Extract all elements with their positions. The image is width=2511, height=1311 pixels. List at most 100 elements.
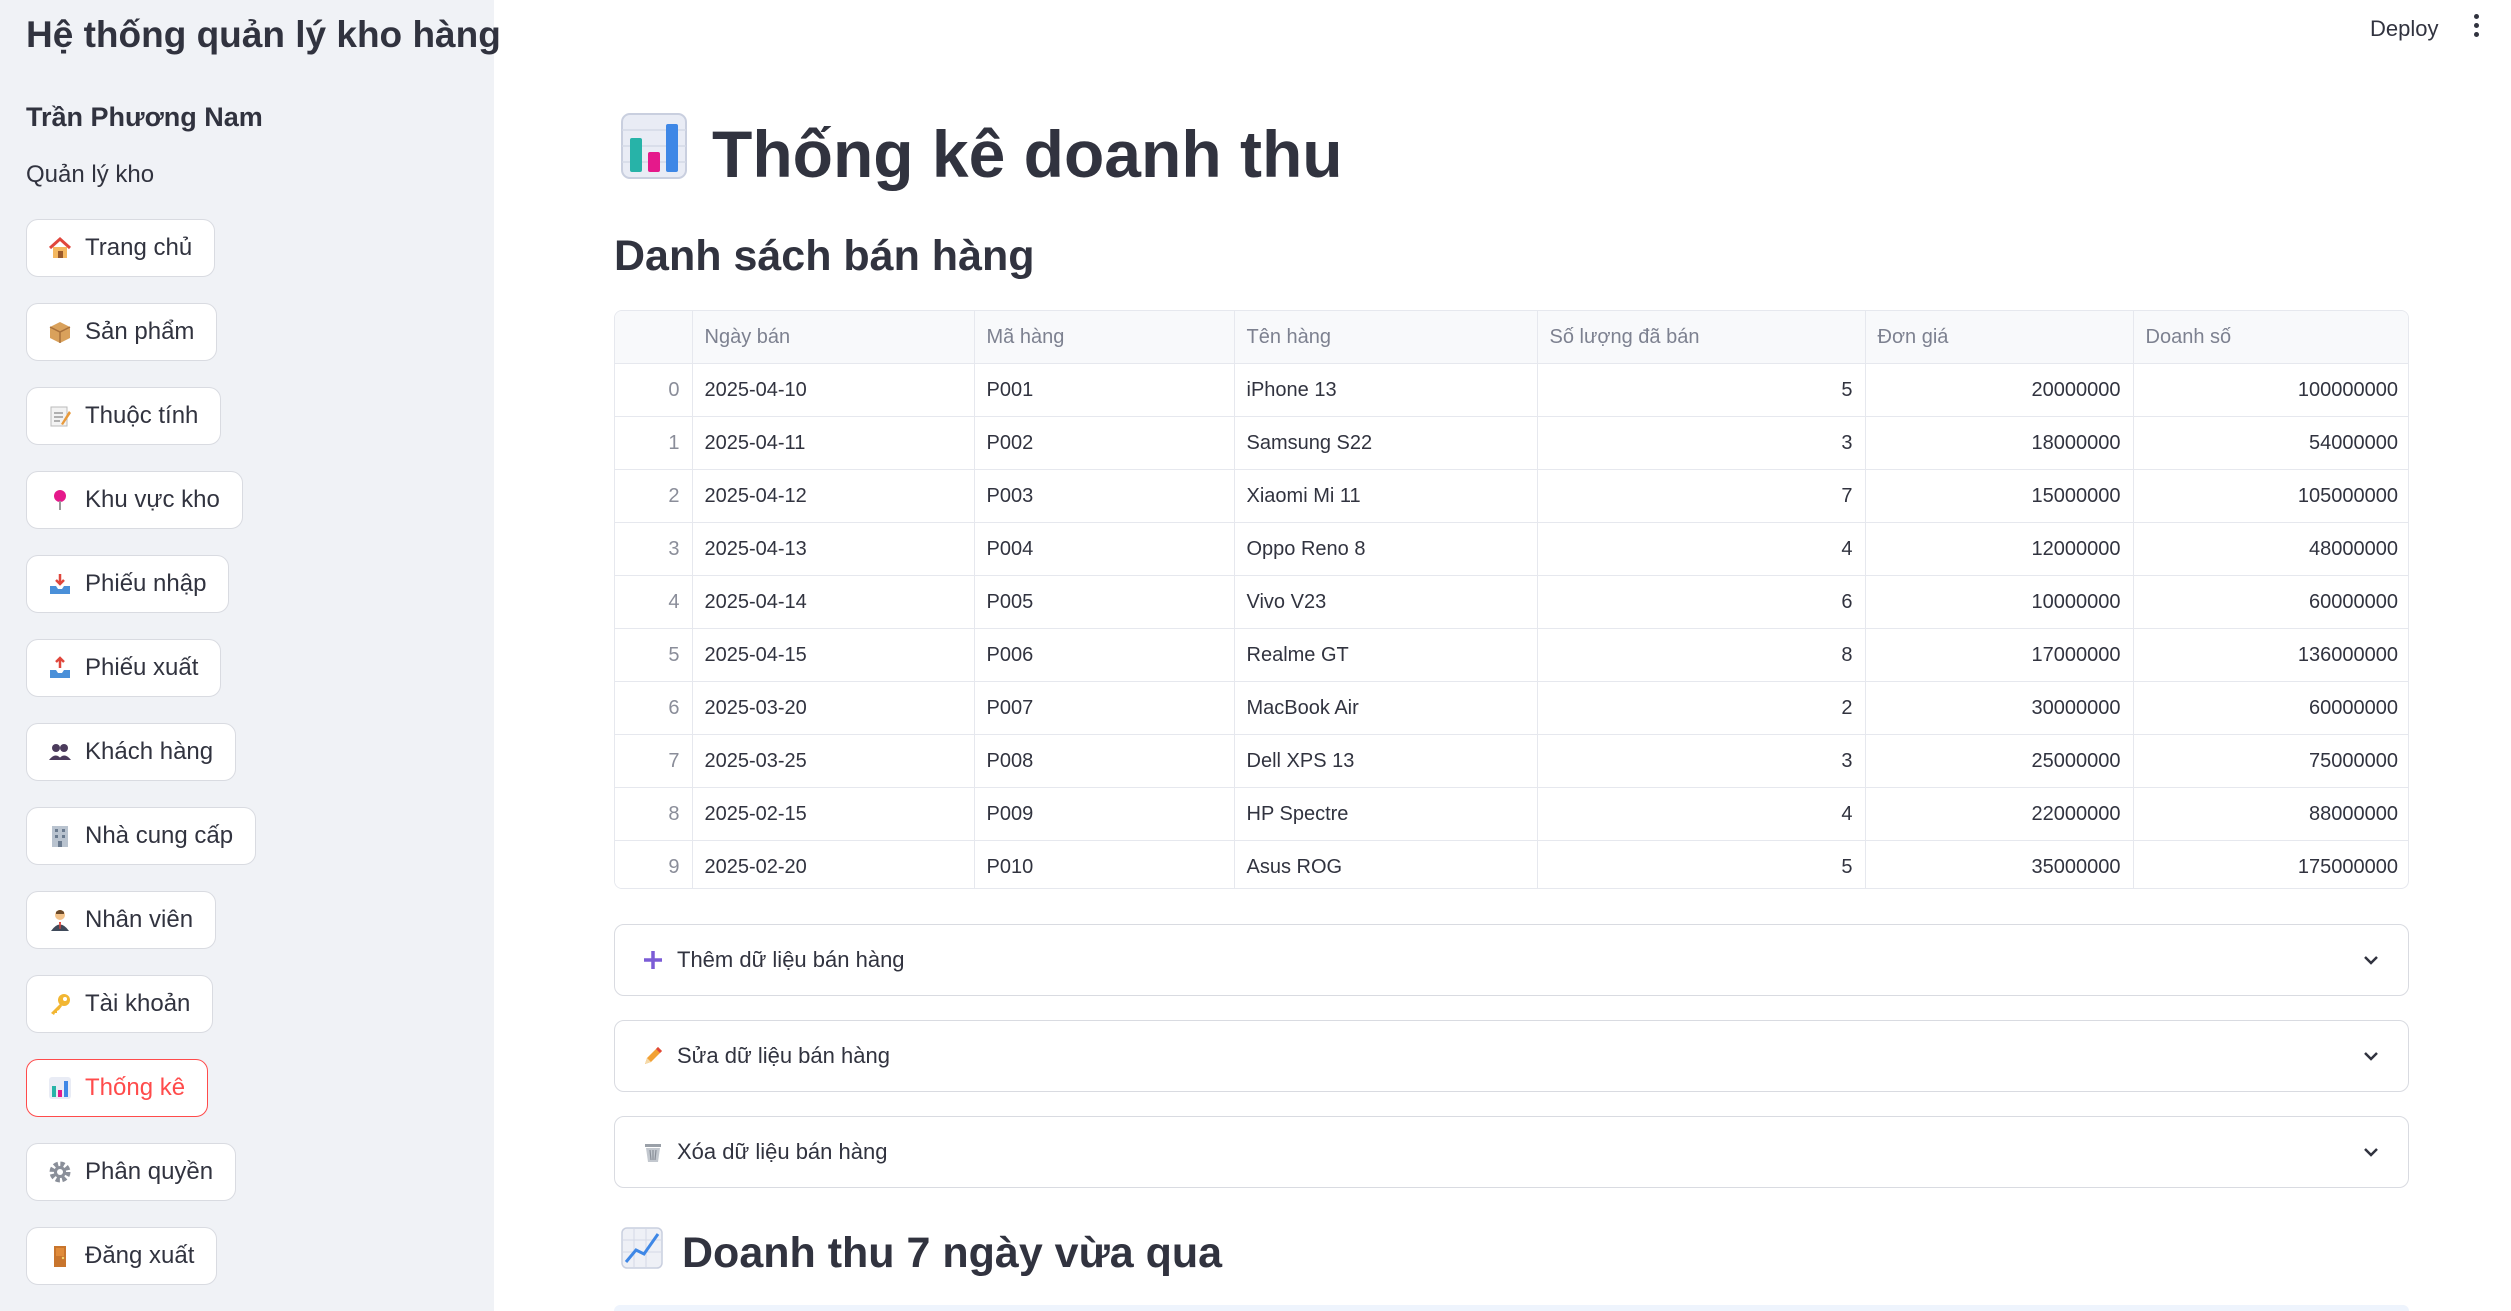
table-cell[interactable]: 2025-04-12	[692, 469, 975, 523]
table-cell[interactable]: 10000000	[1865, 575, 2134, 629]
table-cell[interactable]: 75000000	[2133, 734, 2408, 788]
sidebar-item-nha-cung-cap[interactable]: Nhà cung cấp	[26, 807, 257, 865]
table-cell[interactable]: P003	[974, 469, 1235, 523]
table-cell[interactable]: P004	[974, 522, 1235, 576]
table-cell[interactable]: P005	[974, 575, 1235, 629]
table-cell[interactable]: 4	[1537, 787, 1866, 841]
table-cell[interactable]: 2025-04-14	[692, 575, 975, 629]
table-row[interactable]: 5 2025-04-15 P006 Realme GT 8 17000000 1360000…	[615, 628, 2408, 682]
table-cell[interactable]: HP Spectre	[1234, 787, 1538, 841]
row-index: 0	[615, 363, 693, 417]
table-cell[interactable]: 35000000	[1865, 840, 2134, 888]
delete-sales-expander[interactable]: Xóa dữ liệu bán hàng	[614, 1116, 2409, 1188]
table-cell[interactable]: MacBook Air	[1234, 681, 1538, 735]
table-cell[interactable]: 20000000	[1865, 363, 2134, 417]
table-cell[interactable]: Oppo Reno 8	[1234, 522, 1538, 576]
table-row[interactable]: 2 2025-04-12 P003 Xiaomi Mi 11 7 15000000 1050…	[615, 469, 2408, 523]
table-cell[interactable]: 5	[1537, 363, 1866, 417]
table-cell[interactable]: 30000000	[1865, 681, 2134, 735]
table-cell[interactable]: 60000000	[2133, 681, 2408, 735]
sidebar-item-tai-khoan[interactable]: Tài khoản	[26, 975, 214, 1033]
table-cell[interactable]: 2025-04-13	[692, 522, 975, 576]
table-cell[interactable]: 12000000	[1865, 522, 2134, 576]
table-cell[interactable]: 22000000	[1865, 787, 2134, 841]
deploy-button[interactable]: Deploy	[2360, 10, 2448, 48]
table-cell[interactable]: Asus ROG	[1234, 840, 1538, 888]
table-row[interactable]: 4 2025-04-14 P005 Vivo V23 6 10000000 60000000	[615, 575, 2408, 629]
column-header-don-gia[interactable]: Đơn giá	[1865, 311, 2134, 364]
table-cell[interactable]: P006	[974, 628, 1235, 682]
table-cell[interactable]: 18000000	[1865, 416, 2134, 470]
sidebar-item-phieu-xuat[interactable]: Phiếu xuất	[26, 639, 222, 697]
table-cell[interactable]: 60000000	[2133, 575, 2408, 629]
table-cell[interactable]: 3	[1537, 416, 1866, 470]
sidebar-item-dang-xuat[interactable]: Đăng xuất	[26, 1227, 218, 1285]
table-cell[interactable]: 25000000	[1865, 734, 2134, 788]
table-cell[interactable]: 48000000	[2133, 522, 2408, 576]
table-cell[interactable]: 88000000	[2133, 787, 2408, 841]
table-cell[interactable]: 105000000	[2133, 469, 2408, 523]
table-row[interactable]: 0 2025-04-10 P001 iPhone 13 5 20000000 1000000…	[615, 363, 2408, 417]
table-cell[interactable]: 5	[1537, 840, 1866, 888]
main-menu-icon[interactable]	[2469, 14, 2483, 44]
column-header-doanh-so[interactable]: Doanh số	[2133, 311, 2408, 364]
table-cell[interactable]: 2025-04-15	[692, 628, 975, 682]
sidebar-item-thuoc-tinh[interactable]: Thuộc tính	[26, 387, 222, 445]
sidebar-item-san-pham[interactable]: Sản phẩm	[26, 303, 218, 361]
table-cell[interactable]: Realme GT	[1234, 628, 1538, 682]
table-cell[interactable]: 4	[1537, 522, 1866, 576]
table-cell[interactable]: 2025-03-20	[692, 681, 975, 735]
table-cell[interactable]: P008	[974, 734, 1235, 788]
table-cell[interactable]: iPhone 13	[1234, 363, 1538, 417]
table-cell[interactable]: 2025-04-11	[692, 416, 975, 470]
add-sales-expander[interactable]: Thêm dữ liệu bán hàng	[614, 924, 2409, 996]
table-row[interactable]: 8 2025-02-15 P009 HP Spectre 4 22000000 880000…	[615, 787, 2408, 841]
table-cell[interactable]: Samsung S22	[1234, 416, 1538, 470]
inbox-tray-icon	[47, 571, 73, 597]
table-cell[interactable]: P002	[974, 416, 1235, 470]
table-cell[interactable]: 100000000	[2133, 363, 2408, 417]
row-index: 4	[615, 575, 693, 629]
sidebar-item-thong-ke[interactable]: Thống kê	[26, 1059, 209, 1117]
column-header-ten-hang[interactable]: Tên hàng	[1234, 311, 1538, 364]
expander-label: Xóa dữ liệu bán hàng	[677, 1139, 888, 1164]
table-cell[interactable]: P007	[974, 681, 1235, 735]
table-cell[interactable]: 6	[1537, 575, 1866, 629]
sidebar-item-nhan-vien[interactable]: Nhân viên	[26, 891, 217, 949]
table-cell[interactable]: 2025-02-20	[692, 840, 975, 888]
table-cell[interactable]: 2025-02-15	[692, 787, 975, 841]
table-cell[interactable]: 7	[1537, 469, 1866, 523]
table-cell[interactable]: Vivo V23	[1234, 575, 1538, 629]
table-row[interactable]: 1 2025-04-11 P002 Samsung S22 3 18000000 54000…	[615, 416, 2408, 470]
table-cell[interactable]: P001	[974, 363, 1235, 417]
table-cell[interactable]: 3	[1537, 734, 1866, 788]
column-header-ngay-ban[interactable]: Ngày bán	[692, 311, 975, 364]
sidebar-item-trang-chu[interactable]: Trang chủ	[26, 219, 216, 277]
column-header-ma-hang[interactable]: Mã hàng	[974, 311, 1235, 364]
sidebar-item-phan-quyen[interactable]: Phân quyền	[26, 1143, 237, 1201]
table-cell[interactable]: Dell XPS 13	[1234, 734, 1538, 788]
app-title: Hệ thống quản lý kho hàng	[26, 14, 501, 55]
sidebar-item-khach-hang[interactable]: Khách hàng	[26, 723, 237, 781]
table-cell[interactable]: 2025-03-25	[692, 734, 975, 788]
table-cell[interactable]: 175000000	[2133, 841, 2408, 889]
table-cell[interactable]: 17000000	[1865, 628, 2134, 682]
table-cell[interactable]: 2025-04-10	[692, 363, 975, 417]
table-cell[interactable]: P009	[974, 787, 1235, 841]
table-cell[interactable]: P010	[974, 840, 1235, 888]
table-row[interactable]: 6 2025-03-20 P007 MacBook Air 2 30000000 60000…	[615, 681, 2408, 735]
column-header-so-luong[interactable]: Số lượng đã bán	[1537, 311, 1866, 364]
table-cell[interactable]: 2	[1537, 681, 1866, 735]
table-cell[interactable]: Xiaomi Mi 11	[1234, 469, 1538, 523]
edit-sales-expander[interactable]: Sửa dữ liệu bán hàng	[614, 1020, 2409, 1092]
sidebar-item-khu-vuc-kho[interactable]: Khu vực kho	[26, 471, 243, 529]
sidebar-item-phieu-nhap[interactable]: Phiếu nhập	[26, 555, 230, 613]
table-row[interactable]: 3 2025-04-13 P004 Oppo Reno 8 4 12000000 48000…	[615, 522, 2408, 576]
table-row[interactable]: 9 2025-02-20 P010 Asus ROG 5 35000000 17500000…	[615, 840, 2408, 889]
sales-table[interactable]: Ngày bán Mã hàng Tên hàng Số lượng đã bá…	[614, 310, 2409, 889]
table-cell[interactable]: 54000000	[2133, 416, 2408, 470]
table-cell[interactable]: 8	[1537, 628, 1866, 682]
table-row[interactable]: 7 2025-03-25 P008 Dell XPS 13 3 25000000 75000…	[615, 734, 2408, 788]
table-cell[interactable]: 15000000	[1865, 469, 2134, 523]
table-cell[interactable]: 136000000	[2133, 628, 2408, 682]
